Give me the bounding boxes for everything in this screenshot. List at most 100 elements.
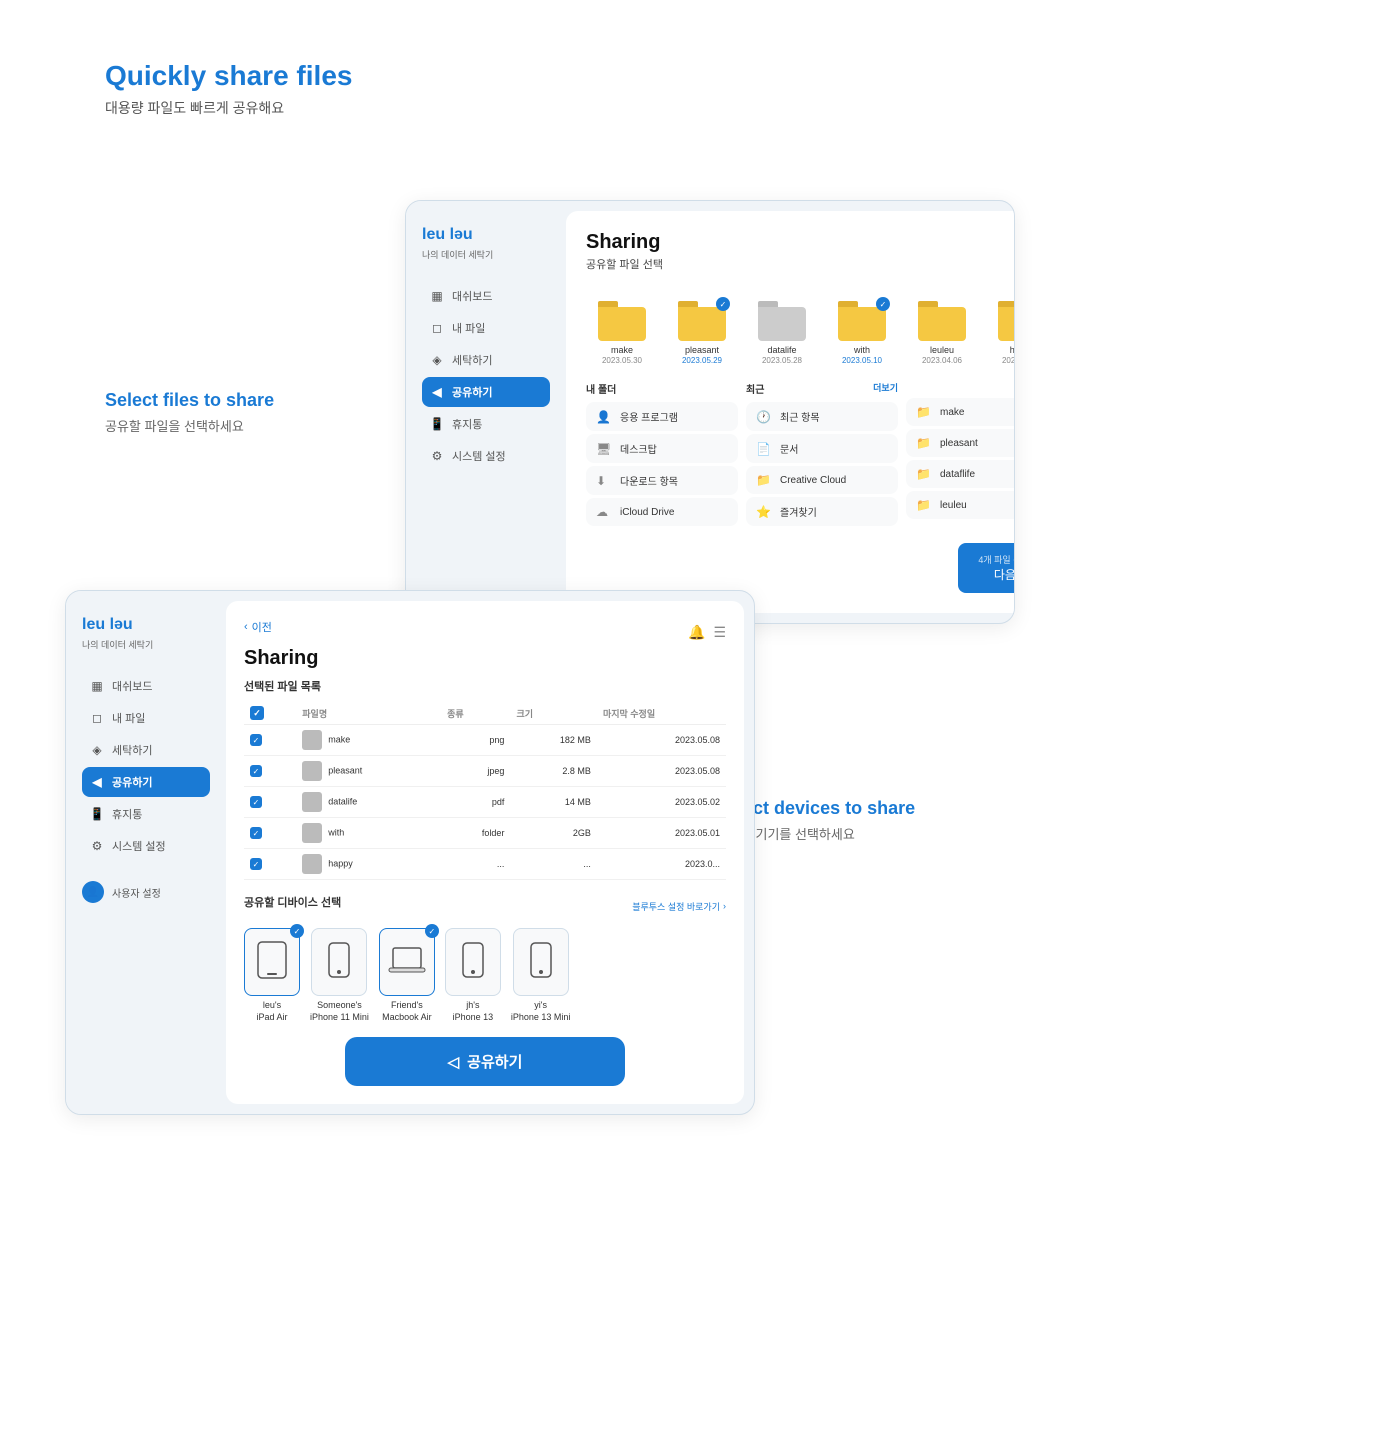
phone-icon [328,942,350,983]
sidebar-item-myfiles[interactable]: ◻ 내 파일 [422,313,550,343]
file-item-pleasant[interactable]: ✓ pleasant 2023.05.29 [666,301,738,365]
check-icon: ✓ [716,297,730,311]
file-item-leuleu-recent[interactable]: 📁 leuleu [906,491,1015,519]
menu-icon[interactable]: ☰ [713,624,726,641]
row-type: ... [441,849,510,880]
device-item[interactable]: ✓ leu'siPad Air [244,928,300,1023]
my-folders-title: 내 폴더 [586,381,738,396]
user-avatar: 👤 [82,881,104,903]
row-checkbox[interactable]: ✓ [244,849,296,880]
file-item-leuleu[interactable]: leuleu 2023.04.06 [906,301,978,365]
apps-icon: 👤 [596,410,612,424]
folder-item-recent[interactable]: 🕐 최근 항목 [746,402,898,431]
file-item-datalife-recent[interactable]: 📁 dataflife [906,460,1015,488]
col-type: 종류 [441,702,510,725]
cc-icon: 📁 [756,473,772,487]
sidebar-item-dashboard[interactable]: ▦ 대쉬보드 [422,281,550,311]
settings-icon: ⚙ [90,839,104,853]
file-item-happy[interactable]: ✓ happy 2022.08.16 [986,301,1015,365]
user-settings-label: 사용자 설정 [112,885,161,900]
window2: leu ləu 나의 데이터 세탁기 ▦ 대쉬보드 ◻ 내 파일 ◈ 세탁하기 … [65,590,755,1115]
device-icon-wrap: ✓ [379,928,435,996]
win2-header: ‹ 이전 🔔 ☰ [244,619,726,645]
share-btn-wrap: ◁ 공유하기 [244,1037,726,1086]
grid-icon: ▦ [430,289,444,303]
more-link[interactable]: 더보기 [873,381,898,396]
row-date: 2023.0... [597,849,726,880]
col-date: 마지막 수정일 [597,702,726,725]
sidebar2-item-trash[interactable]: 📱 휴지통 [82,799,210,829]
bell-icon[interactable]: 🔔 [688,624,705,641]
row-checkbox[interactable]: ✓ [244,756,296,787]
share-button[interactable]: ◁ 공유하기 [345,1037,625,1086]
folder-item-favorites[interactable]: ⭐ 즐겨찾기 [746,497,898,526]
device-check-icon: ✓ [425,924,439,938]
sidebar-item-trash[interactable]: 📱 휴지통 [422,409,550,439]
col-size: 크기 [510,702,597,725]
file-item-datalife[interactable]: datalife 2023.05.28 [746,301,818,365]
window2-main: ‹ 이전 🔔 ☰ Sharing 선택된 파일 목록 ✓ 파일명 종류 [226,601,744,1104]
sidebar-item-share[interactable]: ◀ 공유하기 [422,377,550,407]
sidebar-item-settings[interactable]: ⚙ 시스템 설정 [422,441,550,471]
file-item-pleasant-recent[interactable]: 📁 pleasant [906,429,1015,457]
row-checkbox[interactable]: ✓ [244,725,296,756]
device-name: yi'siPhone 13 Mini [511,1000,571,1023]
row-filename: pleasant [296,756,441,787]
select-all-checkbox[interactable]: ✓ [250,706,264,720]
folder-item-apps[interactable]: 👤 응용 프로그램 [586,402,738,431]
sidebar2-item-share[interactable]: ◀ 공유하기 [82,767,210,797]
row-checkbox[interactable]: ✓ [244,787,296,818]
folders-section: 내 폴더 👤 응용 프로그램 🖥 데스크탑 ⬇ 다운로드 항목 ☁ iCloud… [586,381,1015,529]
window1-sidebar: leu ləu 나의 데이터 세탁기 ▦ 대쉬보드 ◻ 내 파일 ◈ 세탁하기 … [406,201,566,623]
sidebar2-tagline: 나의 데이터 세탁기 [82,638,210,651]
win-title: Sharing [586,231,660,254]
device-item[interactable]: Someone'siPhone 11 Mini [310,928,369,1023]
user-settings[interactable]: 👤 사용자 설정 [82,881,210,903]
folder-item-icloud[interactable]: ☁ iCloud Drive [586,498,738,526]
table-row[interactable]: ✓ happy ... ... 2023.0... [244,849,726,880]
device-item[interactable]: ✓ Friend'sMacbook Air [379,928,435,1023]
share-icon: ◀ [430,385,444,399]
folder-item-desktop[interactable]: 🖥 데스크탑 [586,434,738,463]
share-icon: ◁ [448,1053,460,1071]
sidebar2-logo: leu ləu [82,615,210,634]
phone-icon [530,942,552,983]
sidebar-item-wash[interactable]: ◈ 세탁하기 [422,345,550,375]
row-type: jpeg [441,756,510,787]
back-button[interactable]: ‹ 이전 [244,619,272,635]
table-row[interactable]: ✓ pleasant jpeg 2.8 MB 2023.05.08 [244,756,726,787]
folder-item-docs[interactable]: 📄 문서 [746,434,898,463]
bluetooth-link[interactable]: 블루투스 설정 바로가기 › [632,900,726,913]
trash-icon: 📱 [430,417,444,431]
phone-icon [462,942,484,983]
file-icon-wrap [918,301,966,341]
row-type: folder [441,818,510,849]
clock-icon: 🕐 [756,410,772,424]
device-item[interactable]: yi'siPhone 13 Mini [511,928,571,1023]
file-name: leuleu [930,345,954,355]
file-name: with [854,345,870,355]
folder-item-downloads[interactable]: ⬇ 다운로드 항목 [586,466,738,495]
row-type: png [441,725,510,756]
sidebar2-nav: ▦ 대쉬보드 ◻ 내 파일 ◈ 세탁하기 ◀ 공유하기 📱 휴지통 ⚙ 시스템 … [82,671,210,861]
folder-item-creative-cloud[interactable]: 📁 Creative Cloud [746,466,898,494]
file-item-make[interactable]: make 2023.05.30 [586,301,658,365]
sidebar2-item-myfiles[interactable]: ◻ 내 파일 [82,703,210,733]
file-item-with[interactable]: ✓ with 2023.05.10 [826,301,898,365]
row-date: 2023.05.01 [597,818,726,849]
row-checkbox[interactable]: ✓ [244,818,296,849]
file-date: 2023.05.30 [602,356,642,365]
next-button[interactable]: 4개 파일 선택됨 다음으로 [958,543,1015,593]
table-row[interactable]: ✓ datalife pdf 14 MB 2023.05.02 [244,787,726,818]
page-title: Quickly share files [105,60,352,92]
table-row[interactable]: ✓ make png 182 MB 2023.05.08 [244,725,726,756]
grid-icon: ▦ [90,679,104,693]
table-row[interactable]: ✓ with folder 2GB 2023.05.01 [244,818,726,849]
device-item[interactable]: jh'siPhone 13 [445,928,501,1023]
sidebar2-item-settings[interactable]: ⚙ 시스템 설정 [82,831,210,861]
file-item-make-recent[interactable]: 📁 make [906,398,1015,426]
check-icon: ✓ [876,297,890,311]
sidebar2-item-dashboard[interactable]: ▦ 대쉬보드 [82,671,210,701]
sidebar2-item-wash[interactable]: ◈ 세탁하기 [82,735,210,765]
my-folders-col: 내 폴더 👤 응용 프로그램 🖥 데스크탑 ⬇ 다운로드 항목 ☁ iCloud… [586,381,738,529]
